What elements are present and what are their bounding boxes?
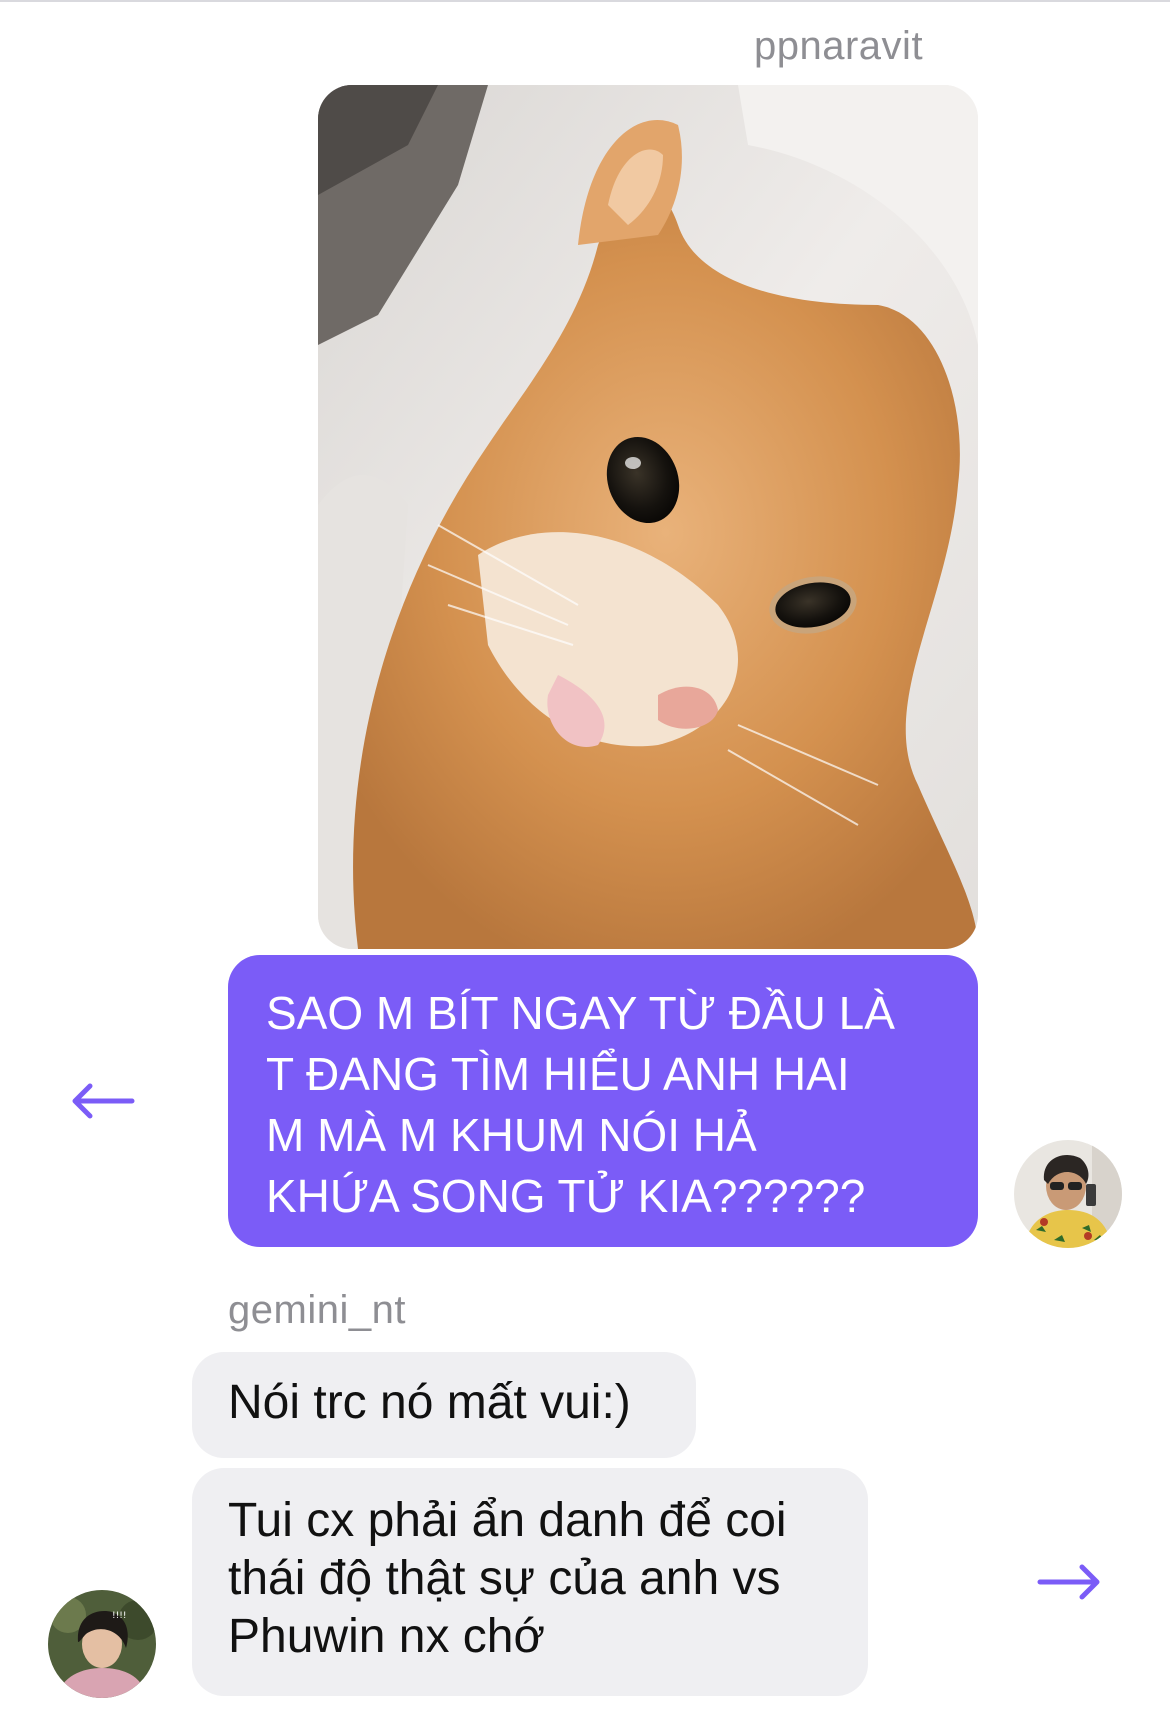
incoming-message-line: Tui cx phải ẩn danh để coi	[228, 1494, 787, 1547]
outgoing-message-line: T ĐANG TÌM HIỂU ANH HAI	[266, 1048, 850, 1100]
cat-photo[interactable]	[318, 85, 978, 949]
avatar-gemini-nt[interactable]: !!!!	[48, 1590, 156, 1698]
outgoing-message-line: M MÀ M KHUM NÓI HẢ	[266, 1109, 757, 1161]
sender-name-ppnaravit: ppnaravit	[754, 24, 924, 68]
sender-name-gemini-nt: gemini_nt	[228, 1288, 406, 1332]
incoming-message-line: thái độ thật sự của anh vs	[228, 1552, 781, 1605]
svg-text:!!!!: !!!!	[112, 1611, 126, 1621]
outgoing-message-line: KHỨA SONG TỬ KIA??????	[266, 1170, 866, 1222]
outgoing-message-line: SAO M BÍT NGAY TỪ ĐẦU LÀ	[266, 987, 895, 1039]
arrow-right-icon[interactable]	[1034, 1562, 1104, 1602]
incoming-message-text: Nói trc nó mất vui:)	[228, 1376, 631, 1429]
top-divider	[0, 0, 1170, 2]
outgoing-message-bubble[interactable]: SAO M BÍT NGAY TỪ ĐẦU LÀ T ĐANG TÌM HIỂU…	[228, 955, 978, 1247]
incoming-message-bubble[interactable]: Nói trc nó mất vui:)	[192, 1352, 696, 1458]
incoming-message-bubble[interactable]: Tui cx phải ẩn danh để coi thái độ thật …	[192, 1468, 868, 1696]
arrow-left-icon[interactable]	[68, 1081, 138, 1121]
avatar-ppnaravit[interactable]	[1014, 1140, 1122, 1248]
incoming-message-line: Phuwin nx chớ	[228, 1610, 545, 1663]
